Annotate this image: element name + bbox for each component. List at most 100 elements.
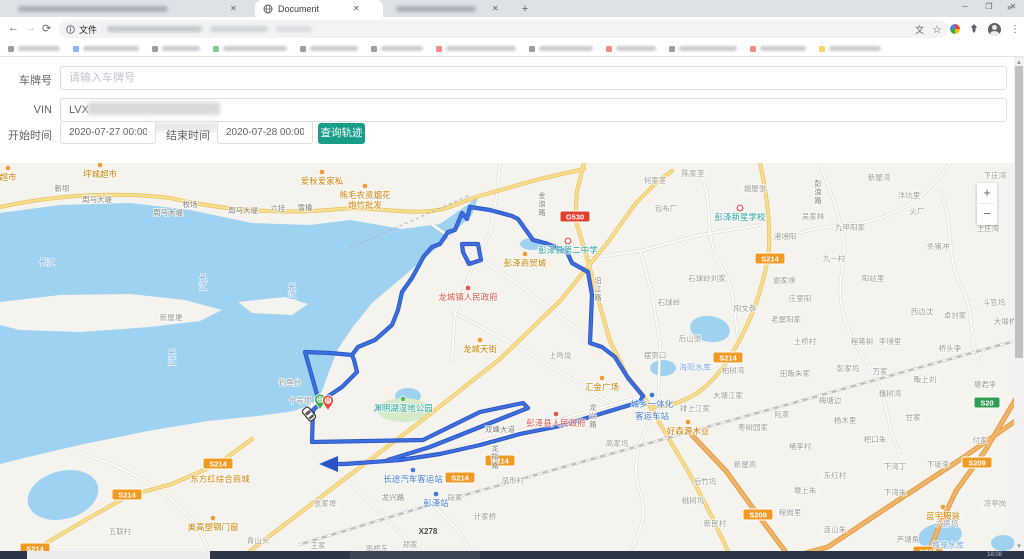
map-label: 下庄湾 [984,170,1007,180]
svg-text:终: 终 [325,398,330,405]
map-label: 周马大堤 [153,207,183,217]
poi-icon [400,396,406,402]
poi-icon [477,337,483,343]
window-minimize-button[interactable]: ─ [958,2,972,11]
bookmarks-overflow-chevron[interactable]: » [1007,2,1012,12]
road-shield-text: S209 [749,511,767,520]
scroll-up-icon[interactable]: ▴ [1014,58,1024,66]
map-label: 烟屋张 [744,184,767,193]
tab-blurred-1[interactable]: ✕ [8,0,252,17]
taskbar-segment [27,551,210,559]
map-label: 龙兴路 [589,402,597,429]
window-maximize-button[interactable]: ❐ [982,2,996,11]
pin-extension-icon[interactable] [969,24,979,34]
school-icon [737,205,743,211]
poi-icon [522,251,528,257]
bookmark-item[interactable] [152,46,200,52]
map-label: 柏树湾 [722,365,745,375]
forward-button[interactable]: → [25,22,36,34]
bookmark-item[interactable] [750,46,806,52]
map-label: 枣树园家 [738,422,768,432]
bookmark-item[interactable] [300,46,358,52]
scrollbar-thumb[interactable] [1015,66,1023,358]
map-label: 后山张 [679,333,702,343]
map-label: 庄里阳 [789,293,812,303]
bookmark-favicon [436,46,442,52]
zoom-out-button[interactable]: − [977,204,997,224]
map-label: 火厂 [910,207,925,216]
bookmark-item[interactable] [371,46,423,52]
map-label: 彭泽新星学校 [714,212,766,222]
map-label: 青山头 [247,535,270,545]
map-label: 雪橇 [298,202,313,212]
plate-input[interactable] [60,66,1007,90]
map-label: 好森源木业 [667,426,710,436]
bookmark-item[interactable] [606,46,656,52]
back-button[interactable]: ← [8,22,19,34]
bookmark-item[interactable] [73,46,139,52]
info-icon[interactable] [66,25,75,34]
close-icon[interactable]: ✕ [492,5,499,13]
tab-document[interactable]: Document ✕ [255,0,383,17]
map-label: 海阳水库 [679,362,711,372]
zoom-in-button[interactable]: + [977,183,997,203]
new-tab-button[interactable]: + [519,3,531,15]
bookmark-item[interactable] [436,46,516,52]
query-track-button[interactable]: 查询轨迹 [318,123,365,144]
bookmark-item[interactable] [213,46,287,52]
bookmark-item[interactable] [529,46,593,52]
map-label: 铁笼水库 [932,540,964,550]
address-bar[interactable]: 文件 | 文 ☆ [59,20,948,38]
map-label: 龙翔路 [491,443,499,470]
tab-title: Document [278,4,319,14]
bookmark-item[interactable] [819,46,881,52]
map-label: 高家坞 [606,438,629,448]
road-shield-text: S209 [968,459,986,468]
screen: { "browser": { "active_tab_title": "Docu… [0,0,1024,559]
map-label: 炮竹批发 [348,200,383,210]
bookmark-item[interactable] [8,46,60,52]
map-label: 熊毛农资烟花 [339,190,391,200]
bookmark-favicon [371,46,377,52]
profile-avatar[interactable] [988,23,1001,36]
tab-blurred-2[interactable]: ✕ [386,0,512,17]
road-shield-text: S214 [719,354,737,363]
poi-icon [553,411,559,417]
map-label: 程岗里 [779,508,802,517]
map-label: 九一村 [823,253,846,263]
start-time-input[interactable] [60,121,156,144]
bookmark-star-icon[interactable]: ☆ [932,23,942,36]
map-label: 超市 [0,172,17,182]
map-label: 阮家 [775,409,790,419]
map-label: 高桥东 [366,543,389,551]
blurred-bookmark-title [223,46,287,51]
extension-colorful-icon[interactable] [950,24,960,34]
map-label: 东方红综合商城 [190,474,250,484]
map-label: 何家垄 [644,175,667,185]
end-time-input[interactable] [217,121,313,144]
poi-icon [362,183,368,189]
vin-label: VIN [10,104,52,116]
map-label: 双峰大道 [485,424,515,434]
blurred-bookmark-title [162,46,200,51]
map-label: 槐树湾 [879,388,902,398]
poi-icon [319,169,325,175]
scroll-down-icon[interactable]: ▾ [1014,542,1024,550]
close-icon[interactable]: ✕ [353,5,360,13]
map-label: 老屋阳家 [771,314,801,324]
blurred-bookmark-title [381,46,423,51]
map-label: 东红村 [824,470,847,480]
reload-button[interactable]: ⟳ [42,22,51,35]
translate-icon[interactable]: 文 [915,23,924,36]
map-label: 长途汽车客运站 [383,474,443,484]
map-label: 龙兴路 [382,492,405,502]
map-label: 褚李村 [789,441,812,451]
map-canvas[interactable]: G530S214S214S214S214S214S214S214S20S209S… [0,163,1024,551]
bookmark-item[interactable] [669,46,737,52]
page-scrollbar[interactable]: ▴ ▾ [1014,57,1024,551]
browser-menu-icon[interactable]: ⋮ [1010,24,1020,35]
close-icon[interactable]: ✕ [230,5,237,13]
map-label: 六房坞 [936,518,959,528]
poi-icon [465,285,471,291]
road-shield-text: S214 [118,491,136,500]
